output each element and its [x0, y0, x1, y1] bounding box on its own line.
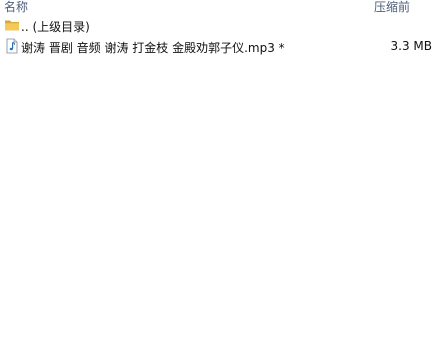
list-item-size: 3.3 MB: [390, 39, 432, 53]
audio-file-icon: [4, 38, 20, 54]
column-header-row: 名称 压缩前: [0, 0, 438, 14]
file-list: 名称 压缩前 .. (上级目录) 谢涛 晋剧 音频 谢涛 打金枝 金殿劝郭子仪.…: [0, 0, 438, 358]
column-header-size[interactable]: 压缩前: [374, 0, 410, 15]
folder-icon: [4, 17, 20, 33]
list-item-file[interactable]: 谢涛 晋剧 音频 谢涛 打金枝 金殿劝郭子仪.mp3 * 3.3 MB: [0, 37, 438, 57]
list-item-name: .. (上级目录): [21, 20, 90, 34]
list-item-parent-directory[interactable]: .. (上级目录): [0, 16, 438, 36]
column-header-name[interactable]: 名称: [4, 0, 28, 15]
list-item-name: 谢涛 晋剧 音频 谢涛 打金枝 金殿劝郭子仪.mp3 *: [21, 41, 285, 55]
